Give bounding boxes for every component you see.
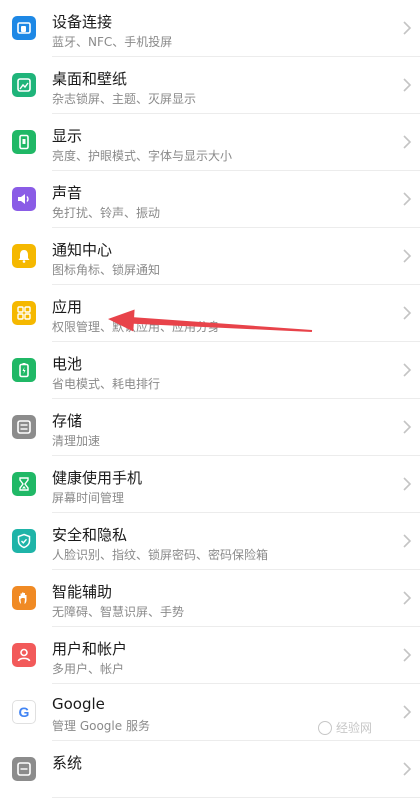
chevron-right-icon <box>403 420 412 434</box>
settings-item-home-wallpaper[interactable]: 桌面和壁纸杂志锁屏、主题、灭屏显示 <box>0 57 420 114</box>
settings-item-title: 智能辅助 <box>52 583 113 601</box>
settings-item-device-connection[interactable]: 设备连接蓝牙、NFC、手机投屏 <box>0 0 420 57</box>
settings-item-digital-balance[interactable]: 健康使用手机屏幕时间管理 <box>0 456 420 513</box>
settings-item-title: 安全和隐私 <box>52 526 128 544</box>
settings-item-title: 设备连接 <box>52 13 113 31</box>
wallpaper-icon <box>12 73 36 97</box>
settings-item-notification-center[interactable]: 通知中心图标角标、锁屏通知 <box>0 228 420 285</box>
hourglass-icon <box>12 472 36 496</box>
settings-item-battery[interactable]: 电池省电模式、耗电排行 <box>0 342 420 399</box>
settings-item-subtitle: 屏幕时间管理 <box>52 491 125 505</box>
settings-item-subtitle: 清理加速 <box>52 434 101 448</box>
watermark-text: 经验网 <box>336 721 373 735</box>
chevron-right-icon <box>403 477 412 491</box>
chevron-right-icon <box>403 363 412 377</box>
device-link-icon <box>12 16 36 40</box>
settings-item-title: 系统 <box>52 754 83 772</box>
chevron-right-icon <box>403 648 412 662</box>
settings-item-subtitle: 无障碍、智慧识屏、手势 <box>52 605 185 619</box>
shield-icon <box>12 529 36 553</box>
bell-icon <box>12 244 36 268</box>
chevron-right-icon <box>403 21 412 35</box>
display-icon <box>12 130 36 154</box>
system-icon <box>12 757 36 781</box>
settings-item-users-accounts[interactable]: 用户和帐户多用户、帐户 <box>0 627 420 684</box>
settings-item-title: 显示 <box>52 127 83 145</box>
google-icon: G <box>12 700 36 724</box>
settings-item-subtitle: 省电模式、耗电排行 <box>52 377 161 391</box>
storage-icon <box>12 415 36 439</box>
battery-icon <box>12 358 36 382</box>
settings-item-title: 用户和帐户 <box>52 640 128 658</box>
settings-item-title: 存储 <box>52 412 83 430</box>
settings-item-system[interactable]: 系统 <box>0 741 420 798</box>
chevron-right-icon <box>403 705 412 719</box>
chevron-right-icon <box>403 192 412 206</box>
settings-item-subtitle: 权限管理、默认应用、应用分身 <box>52 320 221 334</box>
settings-item-subtitle: 亮度、护眼模式、字体与显示大小 <box>52 149 233 163</box>
settings-item-display[interactable]: 显示亮度、护眼模式、字体与显示大小 <box>0 114 420 171</box>
watermark-logo-icon <box>318 720 332 735</box>
settings-item-title: 声音 <box>52 184 83 202</box>
apps-grid-icon <box>12 301 36 325</box>
settings-item-subtitle: 图标角标、锁屏通知 <box>52 263 161 277</box>
chevron-right-icon <box>403 591 412 605</box>
settings-item-accessibility[interactable]: 智能辅助无障碍、智慧识屏、手势 <box>0 570 420 627</box>
settings-item-subtitle: 蓝牙、NFC、手机投屏 <box>52 35 173 49</box>
settings-item-subtitle: 多用户、帐户 <box>52 662 125 676</box>
chevron-right-icon <box>403 762 412 776</box>
settings-item-title: 健康使用手机 <box>52 469 143 487</box>
settings-item-title: 桌面和壁纸 <box>52 70 128 88</box>
watermark: 经验网 <box>318 719 372 736</box>
settings-item-title: 电池 <box>52 355 83 373</box>
chevron-right-icon <box>403 249 412 263</box>
settings-item-storage[interactable]: 存储 清理加速 <box>0 399 420 456</box>
chevron-right-icon <box>403 534 412 548</box>
settings-item-subtitle: 免打扰、铃声、振动 <box>52 206 161 220</box>
settings-item-title: 通知中心 <box>52 241 113 259</box>
chevron-right-icon <box>403 78 412 92</box>
chevron-right-icon <box>403 135 412 149</box>
speaker-icon <box>12 187 36 211</box>
chevron-right-icon <box>403 306 412 320</box>
settings-item-title: Google <box>52 695 105 713</box>
settings-item-subtitle: 管理 Google 服务 <box>52 719 150 733</box>
settings-list: 设备连接蓝牙、NFC、手机投屏桌面和壁纸杂志锁屏、主题、灭屏显示显示亮度、护眼模… <box>0 0 420 798</box>
svg-text:G: G <box>19 704 30 720</box>
settings-item-subtitle: 人脸识别、指纹、锁屏密码、密码保险箱 <box>52 548 269 562</box>
settings-item-sound[interactable]: 声音免打扰、铃声、振动 <box>0 171 420 228</box>
settings-item-security-privacy[interactable]: 安全和隐私人脸识别、指纹、锁屏密码、密码保险箱 <box>0 513 420 570</box>
settings-item-apps[interactable]: 应用权限管理、默认应用、应用分身 <box>0 285 420 342</box>
user-icon <box>12 643 36 667</box>
settings-item-subtitle: 杂志锁屏、主题、灭屏显示 <box>52 92 197 106</box>
settings-item-title: 应用 <box>52 298 83 316</box>
hand-icon <box>12 586 36 610</box>
